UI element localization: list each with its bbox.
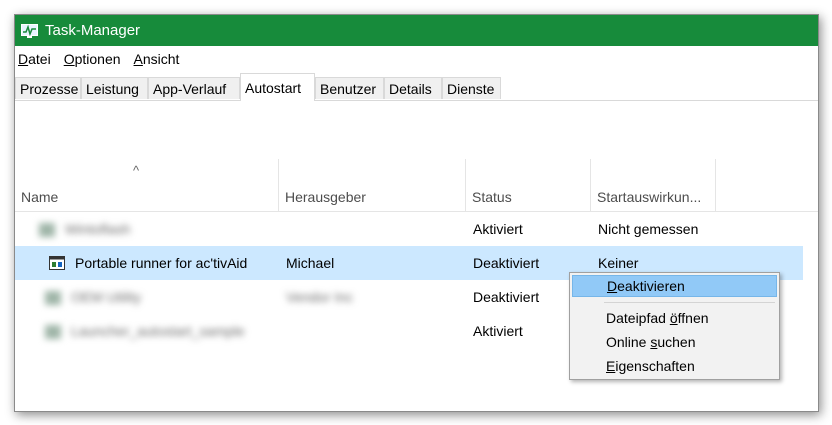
menu-datei-post: atei [28,51,51,67]
column-herausgeber[interactable]: Herausgeber [279,159,466,211]
column-status[interactable]: Status [466,159,591,211]
cm-accel: D [607,278,618,294]
menu-deaktivieren[interactable]: Deaktivieren [572,275,777,297]
row-name: Launcher_autostart_sample [45,323,245,340]
row-status: Aktiviert [473,221,523,237]
menu-online-suchen[interactable]: Online suchen [572,331,777,353]
row-name-text: Launcher_autostart_sample [71,323,245,339]
row-name-text: Wintoflash [65,221,131,237]
menu-ansicht-accel: A [133,51,143,67]
tab-dienste[interactable]: Dienste [442,77,501,99]
row-status: Deaktiviert [473,289,540,305]
menu-separator [604,302,775,303]
menu-eigenschaften[interactable]: Eigenschaften [572,355,777,377]
title-bar[interactable]: Task-Manager [15,15,818,46]
row-name: Portable runner for ac'tivAid [75,255,248,271]
row-name: OEM Utility [45,289,141,306]
menu-datei-accel: D [18,51,29,67]
cm-post: ffnen [677,310,709,326]
cm-pre: Online [606,334,651,350]
menu-datei[interactable]: Datei [18,51,51,67]
menu-dateipfad-oeffnen[interactable]: Dateipfad öffnen [572,307,777,329]
row-publisher: Michael [286,255,335,271]
cm-post: igenschaften [615,358,695,374]
row-status: Deaktiviert [473,255,540,271]
menu-ansicht[interactable]: Ansicht [134,51,180,67]
row-name-text: OEM Utility [71,289,141,305]
tab-bar: Prozesse Leistung App-Verlauf Autostart … [15,72,818,101]
row-name: Wintoflash [39,221,131,238]
app-icon [45,291,61,306]
window-title: Task-Manager [45,22,141,39]
menu-bar: Datei Optionen Ansicht [15,46,818,72]
menu-optionen-post: ptionen [74,51,121,67]
menu-optionen[interactable]: Optionen [64,51,121,67]
app-icon [39,223,55,238]
app-window-icon [49,256,65,270]
row-impact: Keiner [598,255,639,271]
tab-autostart[interactable]: Autostart [240,73,315,101]
cm-post: uchen [657,334,696,350]
tab-app-verlauf[interactable]: App-Verlauf [148,77,240,99]
cm-accel: ö [669,310,678,326]
cm-accel: E [606,358,616,374]
task-manager-icon [21,23,38,38]
table-row[interactable]: Wintoflash Aktiviert Nicht gemessen [15,212,803,246]
row-status: Aktiviert [473,323,523,339]
context-menu: Deaktivieren Dateipfad öffnen Online suc… [569,272,780,380]
column-header: ^ Name Herausgeber Status Startauswirkun… [15,159,818,212]
menu-optionen-accel: O [63,51,75,67]
menu-ansicht-post: nsicht [142,51,180,67]
tab-leistung[interactable]: Leistung [81,77,148,99]
app-icon [45,325,61,340]
cm-pre: Dateipfad [606,310,670,326]
tab-prozesse[interactable]: Prozesse [15,77,81,99]
cm-post: eaktivieren [617,278,685,294]
column-name[interactable]: Name [15,159,279,211]
row-impact: Nicht gemessen [598,221,699,237]
tab-details[interactable]: Details [384,77,442,99]
row-publisher: Vendor Inc [286,289,353,305]
column-startauswirkung[interactable]: Startauswirkun... [591,159,716,211]
tab-benutzer[interactable]: Benutzer [315,77,384,99]
